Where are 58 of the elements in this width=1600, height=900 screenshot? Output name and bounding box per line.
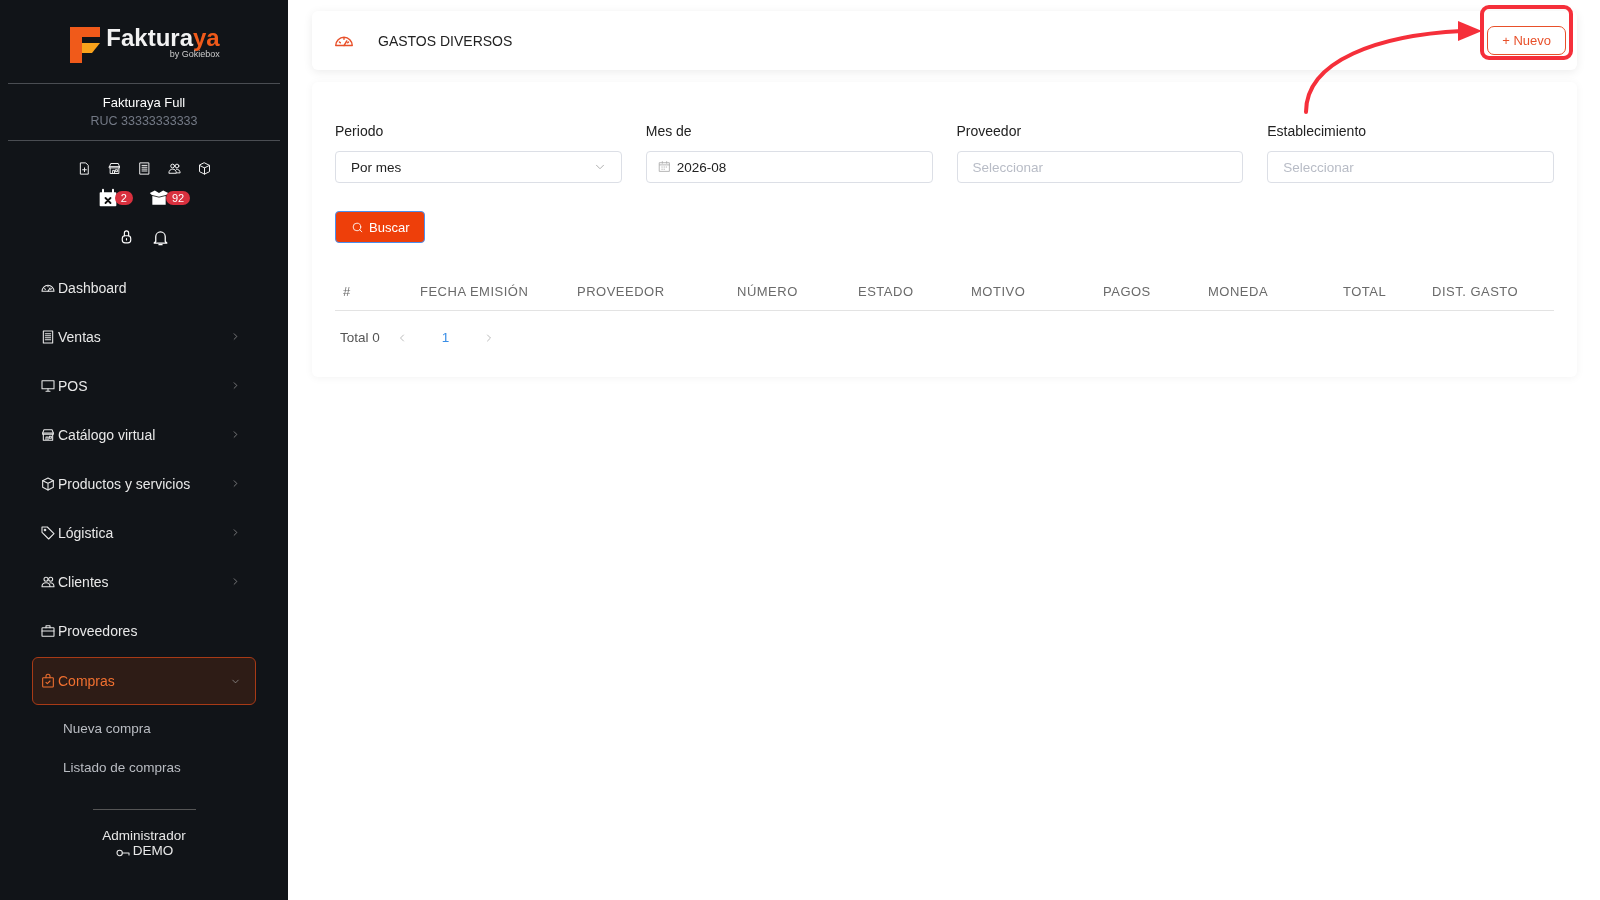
calendar-x-icon[interactable] [97, 188, 118, 208]
users-icon[interactable] [166, 161, 182, 176]
field-label: Establecimiento [1267, 123, 1368, 139]
menu-item[interactable]: Dashboard [32, 265, 256, 310]
user-role: Administrador [102, 828, 186, 843]
page-title: GASTOS DIVERSOS [378, 32, 514, 49]
page-number[interactable]: 1 [427, 330, 464, 345]
box-icon[interactable] [196, 161, 212, 176]
submenu-item[interactable]: Listado de compras [0, 748, 288, 787]
open-box-icon[interactable] [148, 188, 169, 208]
total-count: Total 0 [340, 330, 380, 345]
column-header: FECHA EMISIÓN [419, 284, 530, 299]
input-field[interactable]: Seleccionar [1267, 151, 1554, 183]
column-header: NÚMERO [736, 284, 799, 299]
select-field[interactable]: Por mes [335, 151, 622, 183]
list-icon [40, 328, 56, 345]
input-field[interactable]: Seleccionar [956, 151, 1244, 183]
menu-item[interactable]: Ventas [32, 314, 256, 359]
shopping-bag-icon [40, 673, 56, 689]
briefcase-icon [40, 622, 56, 639]
count-badge: 92 [165, 191, 191, 205]
search-button[interactable]: Buscar [335, 211, 426, 243]
user-name: DEMO [132, 843, 174, 858]
menu-item[interactable]: Compras [32, 657, 256, 705]
field-label: Mes de [645, 123, 693, 139]
store-icon[interactable] [106, 161, 122, 176]
company-ruc: RUC 33333333333 [89, 114, 199, 128]
box-icon [40, 475, 56, 492]
monitor-icon [40, 377, 56, 394]
store-icon [40, 426, 56, 443]
submenu-item[interactable]: Nueva compra [0, 709, 288, 748]
notification-bell-icon[interactable] [151, 228, 170, 247]
list-icon[interactable] [136, 161, 152, 176]
logo-text: Fakturaya [106, 25, 220, 51]
tag-icon [40, 524, 56, 541]
new-button[interactable]: + Nuevo [1487, 26, 1566, 55]
company-name: Fakturaya Full [101, 95, 187, 110]
column-header: DIST. GASTO [1431, 284, 1520, 299]
menu-item[interactable]: Clientes [32, 559, 256, 604]
field-label: Proveedor [956, 123, 1023, 139]
column-header: MONEDA [1207, 284, 1270, 299]
column-header: PAGOS [1102, 284, 1152, 299]
column-header: MOTIVO [970, 284, 1027, 299]
column-header: TOTAL [1342, 284, 1388, 299]
date-field[interactable]: 2026-08 [645, 151, 933, 183]
logo-tagline: by Gokiebox [169, 49, 220, 59]
field-label: Periodo [335, 123, 385, 139]
calendar-icon [657, 160, 671, 173]
column-header: PROVEEDOR [576, 284, 666, 299]
menu-item[interactable]: Catálogo virtual [32, 412, 256, 457]
menu-item[interactable]: Proveedores [32, 608, 256, 653]
column-header: # [342, 284, 352, 299]
column-header: ESTADO [857, 284, 915, 299]
count-badge: 2 [114, 191, 133, 205]
menu-item[interactable]: Lógistica [32, 510, 256, 555]
menu-item[interactable]: POS [32, 363, 256, 408]
search-icon [351, 220, 364, 234]
menu-item[interactable]: Productos y servicios [32, 461, 256, 506]
